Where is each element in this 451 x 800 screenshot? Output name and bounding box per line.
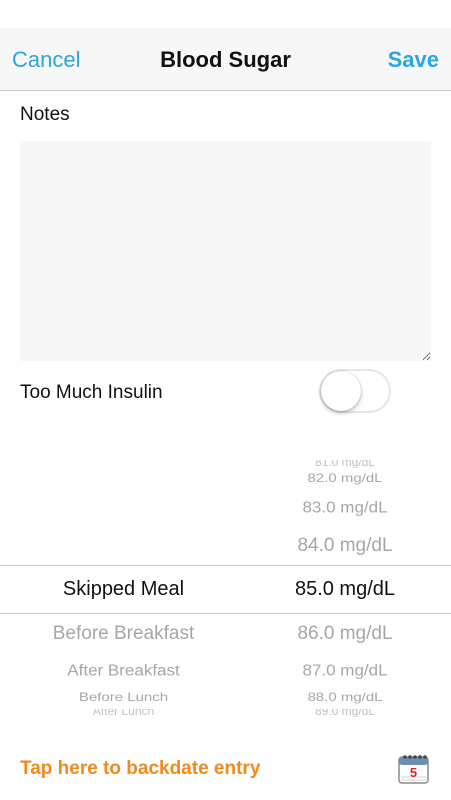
backdate-link[interactable]: Tap here to backdate entry (20, 758, 260, 780)
glucose-option[interactable]: 81.0 mg/dL (250, 460, 440, 468)
picker-selection-bottom-line (0, 613, 451, 614)
glucose-option[interactable]: 89.0 mg/dL (250, 709, 440, 717)
notes-textarea[interactable] (20, 141, 431, 361)
picker-selection-top-line (0, 565, 451, 566)
too-much-insulin-label: Too Much Insulin (20, 382, 163, 403)
meal-option[interactable]: Before Breakfast (0, 623, 247, 645)
glucose-option[interactable]: 82.0 mg/dL (250, 472, 440, 485)
toggle-knob (321, 371, 361, 411)
glucose-option-selected[interactable]: 85.0 mg/dL (250, 578, 440, 601)
glucose-option[interactable]: 88.0 mg/dL (250, 691, 440, 704)
save-button[interactable]: Save (388, 47, 439, 73)
cancel-button[interactable]: Cancel (12, 47, 80, 73)
meal-glucose-picker[interactable]: 81.0 mg/dL 82.0 mg/dL 83.0 mg/dL 84.0 mg… (0, 455, 451, 717)
meal-option[interactable]: Before Lunch (0, 691, 247, 704)
glucose-option[interactable]: 84.0 mg/dL (250, 535, 440, 557)
meal-option[interactable]: After Lunch (0, 709, 247, 717)
glucose-option[interactable]: 87.0 mg/dL (250, 662, 440, 680)
glucose-option[interactable]: 83.0 mg/dL (250, 499, 440, 517)
navigation-bar: Cancel Blood Sugar Save (0, 28, 451, 91)
calendar-day-number: 5 (409, 765, 418, 780)
glucose-option[interactable]: 86.0 mg/dL (250, 623, 440, 645)
calendar-icon[interactable]: 5 (397, 752, 430, 785)
too-much-insulin-toggle[interactable] (319, 369, 391, 413)
meal-option-selected[interactable]: Skipped Meal (0, 578, 247, 601)
notes-label: Notes (20, 104, 70, 125)
meal-option[interactable]: After Breakfast (0, 662, 247, 680)
